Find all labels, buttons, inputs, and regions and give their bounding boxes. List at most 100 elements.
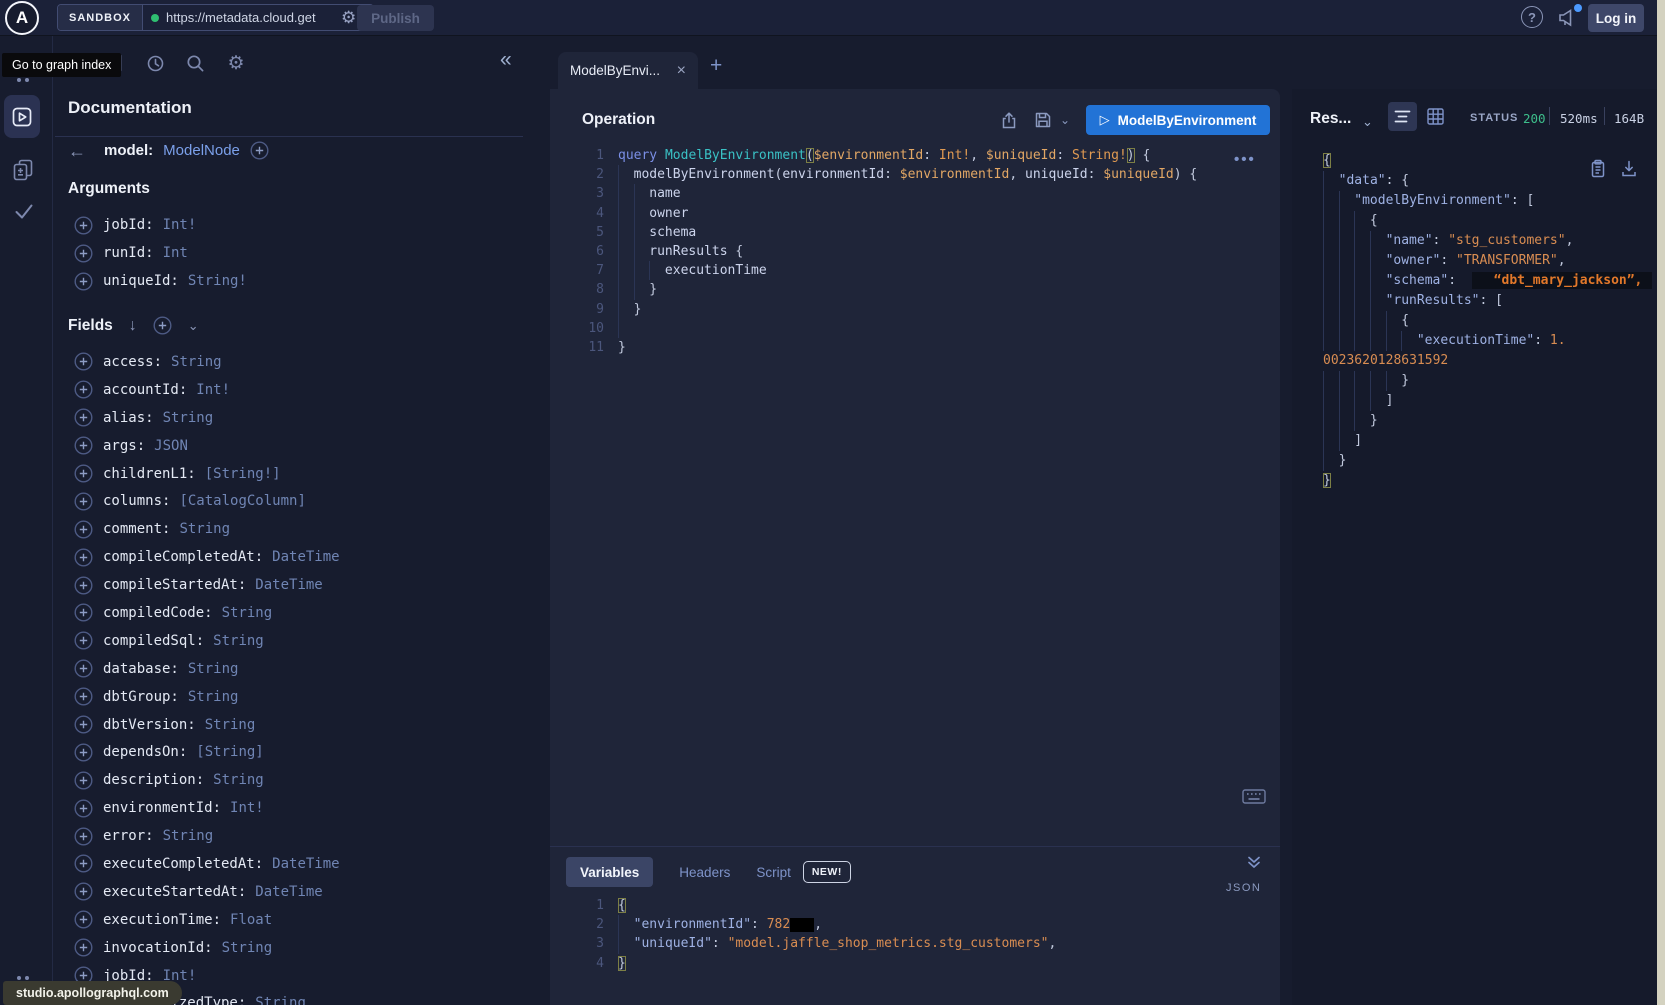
add-fields-icon[interactable] [153,316,172,335]
field-row[interactable]: childrenL1:[String!] [66,460,340,488]
response-title[interactable]: Res... [1310,110,1351,128]
add-field-icon[interactable] [74,408,93,427]
add-field-icon[interactable] [74,771,93,790]
browser-topbar: SANDBOX https://metadata.cloud.get ⚙ Pub… [0,0,1665,36]
add-field-icon[interactable] [74,938,93,957]
endpoint-input[interactable]: https://metadata.cloud.get ⚙ [143,5,373,30]
add-field-icon[interactable] [74,687,93,706]
argument-row[interactable]: jobId:Int! [66,211,247,239]
field-row[interactable]: database:String [66,655,340,683]
breadcrumb-type-link[interactable]: ModelNode [163,142,240,159]
sort-fields-icon[interactable]: ↓ [129,317,137,335]
announcements-megaphone-icon[interactable] [1556,7,1580,29]
tab-operation[interactable]: ModelByEnvi... × [558,52,698,89]
field-row[interactable]: invocationId:String [66,934,340,962]
field-row[interactable]: alias:String [66,404,340,432]
field-row[interactable]: columns:[CatalogColumn] [66,487,340,515]
rail-divider [52,36,53,1005]
field-row[interactable]: access:String [66,348,340,376]
save-options-chevron-icon[interactable]: ⌄ [1060,113,1070,127]
new-tab-button[interactable]: + [710,54,722,78]
back-arrow-icon[interactable]: ← [68,142,86,160]
save-icon[interactable] [1034,111,1052,129]
tooltip-go-to-graph-index: Go to graph index [2,53,121,77]
add-field-icon[interactable] [74,659,93,678]
tab-variables[interactable]: Variables [566,857,653,887]
response-panel: Res... ⌄ STATUS 200 520ms 164B [1292,89,1657,1005]
connection-settings-gear-icon[interactable]: ⚙ [341,9,356,26]
field-row[interactable]: executionTime:Float [66,906,340,934]
add-all-fields-icon[interactable] [250,141,269,160]
field-row[interactable]: description:String [66,766,340,794]
field-row[interactable]: environmentId:Int! [66,794,340,822]
add-field-icon[interactable] [74,548,93,567]
field-row[interactable]: dependsOn:[String] [66,738,340,766]
run-operation-button[interactable]: ▷ ModelByEnvironment [1086,105,1270,135]
argument-row[interactable]: runId:Int [66,239,247,267]
close-tab-icon[interactable]: × [677,62,686,80]
response-view-table-toggle[interactable] [1426,107,1445,126]
response-view-list-toggle[interactable] [1388,102,1417,131]
add-field-icon[interactable] [74,910,93,929]
add-field-icon[interactable] [74,464,93,483]
response-dropdown-chevron-icon[interactable]: ⌄ [1362,114,1373,130]
add-field-icon[interactable] [74,715,93,734]
help-icon[interactable]: ? [1521,6,1543,28]
share-icon[interactable] [1000,111,1018,130]
history-icon[interactable] [144,52,166,74]
field-row[interactable]: compileStartedAt:DateTime [66,571,340,599]
settings-gear-icon[interactable]: ⚙ [225,52,247,74]
add-field-icon[interactable] [74,380,93,399]
add-field-icon[interactable] [74,492,93,511]
keyboard-shortcuts-icon[interactable] [1242,789,1266,804]
field-row[interactable]: compileCompletedAt:DateTime [66,543,340,571]
status-label: STATUS [1470,112,1518,124]
add-field-icon[interactable] [74,352,93,371]
tab-headers[interactable]: Headers [679,865,730,880]
variables-editor[interactable]: 1{2"environmentId": 782,3"uniqueId": "mo… [570,896,1260,973]
sidebar-item-checks[interactable] [11,198,37,224]
add-field-icon[interactable] [74,216,93,235]
add-field-icon[interactable] [74,882,93,901]
tab-script[interactable]: Script [756,865,791,880]
collapse-panel-icon[interactable]: « [500,48,512,72]
field-row[interactable]: compiledCode:String [66,599,340,627]
add-field-icon[interactable] [74,272,93,291]
login-button[interactable]: Log in [1588,4,1644,32]
add-field-icon[interactable] [74,520,93,539]
operation-editor[interactable]: 1query ModelByEnvironment($environmentId… [570,146,1260,357]
sidebar-item-explorer[interactable] [4,95,40,138]
code-line: 6runResults { [570,242,1260,261]
field-row[interactable]: args:JSON [66,432,340,460]
code-line: 4} [570,954,1260,973]
argument-row[interactable]: uniqueId:String! [66,267,247,295]
add-fields-chevron-icon[interactable]: ⌄ [188,318,199,334]
add-field-icon[interactable] [74,631,93,650]
add-field-icon[interactable] [74,603,93,622]
browser-status-bubble: studio.apollographql.com [3,981,182,1005]
field-row[interactable]: error:String [66,822,340,850]
publish-button[interactable]: Publish [357,5,434,31]
field-row[interactable]: executeStartedAt:DateTime [66,878,340,906]
hidden-rail-icon-partial [25,976,29,980]
add-field-icon[interactable] [74,743,93,762]
field-row[interactable]: executeCompletedAt:DateTime [66,850,340,878]
search-icon[interactable] [184,52,206,74]
field-row[interactable]: compiledSql:String [66,627,340,655]
field-row[interactable]: accountId:Int! [66,376,340,404]
field-row[interactable]: dbtVersion:String [66,711,340,739]
add-field-icon[interactable] [74,827,93,846]
sidebar-item-schema[interactable] [9,155,37,183]
collapse-variables-icon[interactable] [1245,853,1263,871]
add-field-icon[interactable] [74,244,93,263]
apollo-logo[interactable]: A [5,1,39,35]
add-field-icon[interactable] [74,799,93,818]
field-row[interactable]: comment:String [66,515,340,543]
response-viewer[interactable]: {"data": {"modelByEnvironment": [{"name"… [1302,151,1650,491]
add-field-icon[interactable] [74,854,93,873]
add-field-icon[interactable] [74,576,93,595]
graph-url-group: SANDBOX https://metadata.cloud.get ⚙ [57,4,374,31]
endpoint-url[interactable]: https://metadata.cloud.get [166,10,334,25]
field-row[interactable]: dbtGroup:String [66,683,340,711]
add-field-icon[interactable] [74,436,93,455]
